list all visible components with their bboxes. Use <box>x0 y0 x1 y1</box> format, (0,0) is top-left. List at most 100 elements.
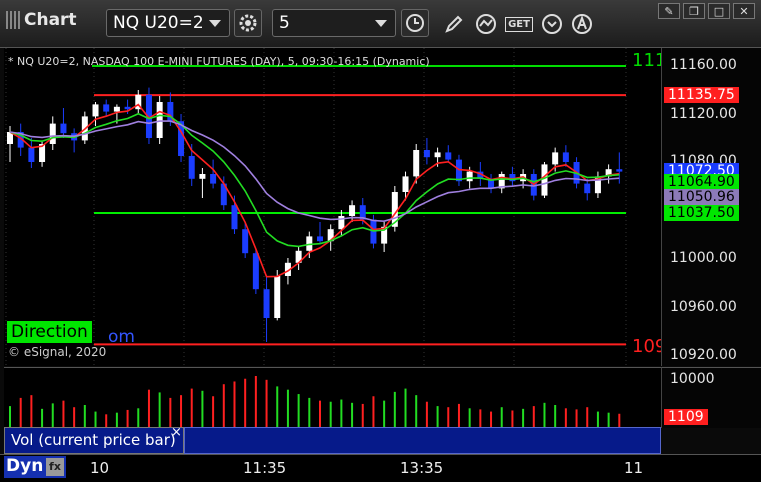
volume-bar <box>158 392 161 428</box>
y-tick: 10920.00 <box>670 347 737 363</box>
close-icon[interactable]: × <box>171 425 182 440</box>
price-tag-level: 11037.50 <box>664 205 739 221</box>
volume-bar <box>479 409 482 428</box>
ema-mid-line <box>9 112 620 248</box>
x-tick: 11:35 <box>243 459 287 477</box>
volume-bar <box>351 402 354 428</box>
volume-bar <box>436 406 439 428</box>
pencil-icon <box>445 15 463 33</box>
volume-bar <box>126 409 129 428</box>
volume-bar <box>543 402 546 428</box>
price-chart <box>5 48 627 366</box>
volume-bar <box>276 386 279 428</box>
symbol-combo[interactable]: NQ U20=2 <box>106 9 230 37</box>
time-button[interactable] <box>401 9 429 37</box>
volume-bar <box>41 408 44 428</box>
dynamic-button[interactable]: Dyn fx <box>4 456 66 478</box>
volume-bar <box>94 411 97 428</box>
grip-icon <box>6 11 20 29</box>
candle-body <box>28 147 35 162</box>
volume-bar <box>169 397 172 428</box>
volume-bar <box>201 390 204 428</box>
chart-tab-label: Chart <box>24 10 77 30</box>
volume-bar <box>468 408 471 428</box>
fx-icon[interactable]: fx <box>46 458 64 476</box>
volume-bar <box>596 411 599 428</box>
candle-body <box>242 229 249 254</box>
volume-panel-label[interactable]: Vol (current price bar) <box>4 427 184 454</box>
volume-bar <box>490 411 493 428</box>
candle-body <box>413 150 420 177</box>
candle-body <box>210 174 217 184</box>
chevron-circle-icon <box>542 14 562 34</box>
candle-body <box>541 164 548 196</box>
volume-tag: 1109 <box>664 409 708 425</box>
partial-label: om <box>108 327 135 347</box>
study-icon <box>476 14 496 34</box>
chevron-down-icon[interactable] <box>209 20 221 27</box>
volume-bar <box>83 405 86 428</box>
volume-bar <box>564 408 567 428</box>
get-button[interactable]: GET <box>505 10 533 38</box>
edit-icon[interactable]: ✎ <box>658 3 680 19</box>
chart-tab[interactable]: Chart <box>6 10 77 30</box>
candle-body <box>103 104 110 112</box>
time-axis[interactable] <box>0 454 761 482</box>
settings-button[interactable] <box>234 9 262 37</box>
candle-body <box>274 276 281 318</box>
candle-body <box>188 156 195 179</box>
alert-icon <box>572 14 592 34</box>
x-tick: 10 <box>90 459 110 477</box>
draw-button[interactable] <box>440 10 468 38</box>
ema-slow-line <box>9 120 620 223</box>
candle-body <box>434 152 441 158</box>
price-tag-red: 11135.75 <box>664 87 739 103</box>
volume-bar <box>190 388 193 428</box>
direction-label: Direction <box>7 321 92 343</box>
chart-description: * NQ U20=2, NASDAQ 100 E-MINI FUTURES (D… <box>8 55 430 68</box>
volume-bar <box>180 395 183 428</box>
chevron-down-icon[interactable] <box>375 20 387 27</box>
volume-bar <box>383 400 386 428</box>
volume-bar <box>105 414 108 428</box>
study-button[interactable] <box>472 10 500 38</box>
volume-bar <box>618 413 621 428</box>
candle-body <box>199 174 206 179</box>
volume-bar <box>425 401 428 428</box>
volume-bar <box>340 399 343 428</box>
volume-bar <box>137 408 140 428</box>
close-icon[interactable]: ✕ <box>733 3 755 19</box>
window-controls: ✎ ❐ □ ✕ <box>658 3 755 19</box>
volume-bar <box>447 407 450 428</box>
maximize-icon[interactable]: □ <box>708 3 730 19</box>
interval-combo[interactable]: 5 <box>272 9 396 37</box>
volume-bar <box>244 378 247 428</box>
alert-button[interactable] <box>568 10 596 38</box>
price-plot[interactable] <box>4 48 661 366</box>
candle-body <box>317 236 323 242</box>
chart-toolbar: Chart NQ U20=2 5 GET ✎ ❐ □ ✕ <box>0 0 761 48</box>
candle-body <box>263 289 270 318</box>
volume-bar <box>393 391 396 428</box>
candle-body <box>552 152 559 165</box>
candle-body <box>402 176 409 192</box>
candle-body <box>445 152 452 160</box>
y-tick: 11120.00 <box>670 106 737 122</box>
volume-bar <box>511 410 514 428</box>
symbol-value: NQ U20=2 <box>113 13 204 33</box>
volume-bar <box>30 395 33 428</box>
gear-icon <box>239 14 257 32</box>
link-button[interactable] <box>538 10 566 38</box>
candle-body <box>92 104 99 117</box>
volume-bar <box>554 405 557 428</box>
volume-bar <box>19 397 22 428</box>
volume-bar <box>286 389 289 428</box>
volume-bar <box>500 407 503 428</box>
get-icon: GET <box>505 16 533 32</box>
candle-body <box>423 150 430 158</box>
candle-body <box>231 205 238 230</box>
price-tag-purple: 11050.96 <box>664 189 739 205</box>
restore-icon[interactable]: ❐ <box>683 3 705 19</box>
volume-plot[interactable] <box>4 367 661 428</box>
volume-bar <box>147 389 150 428</box>
